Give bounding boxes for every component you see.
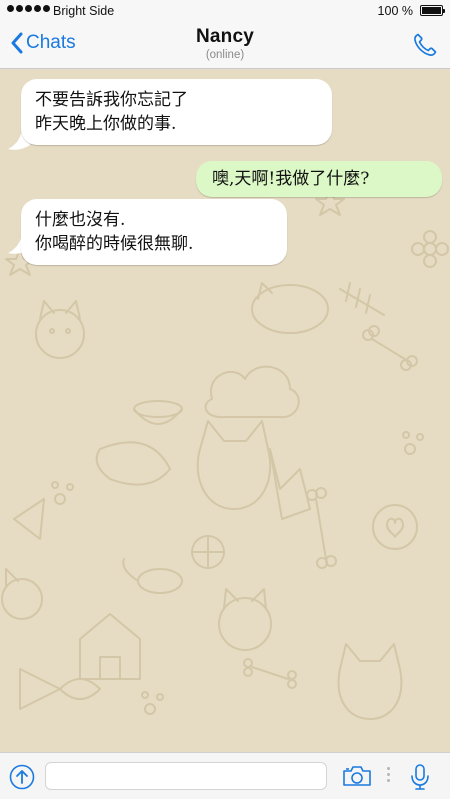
camera-icon [343,766,371,786]
composer-bar [0,752,450,799]
separator-dots [387,767,390,785]
camera-button[interactable] [342,765,372,792]
status-bar: Bright Side 100 % [0,0,450,22]
message-line: 噢,天啊!我做了什麼? [212,169,370,189]
message-line: 不要告訴我你忘記了 [35,90,188,110]
incoming-message[interactable]: 什麼也沒有. 你喝醉的時候很無聊. [21,199,287,265]
incoming-message[interactable]: 不要告訴我你忘記了 昨天晚上你做的事. [21,79,332,145]
message-list[interactable]: 不要告訴我你忘記了 昨天晚上你做的事. 噢,天啊!我做了什麼? 什麼也沒有. 你… [0,69,450,752]
message-line: 什麼也沒有. [35,210,126,230]
chat-header: Chats Nancy (online) [0,22,450,69]
phone-icon [414,33,437,56]
contact-header[interactable]: Nancy (online) [0,26,450,61]
contact-status: (online) [205,49,245,61]
voice-message-button[interactable] [410,763,430,796]
battery-percent: 100 % [377,4,413,18]
carrier-name: Bright Side [53,4,115,18]
attach-button[interactable] [9,764,35,795]
message-input[interactable] [45,762,327,790]
contact-name: Nancy [195,26,255,47]
microphone-icon [411,764,429,790]
upload-arrow-icon [9,764,35,790]
battery-icon [420,5,445,16]
call-button[interactable] [412,32,438,63]
message-line: 昨天晚上你做的事. [35,114,177,134]
message-line: 你喝醉的時候很無聊. [35,234,194,254]
signal-dots-icon [7,5,50,12]
outgoing-message[interactable]: 噢,天啊!我做了什麼? [196,161,442,197]
